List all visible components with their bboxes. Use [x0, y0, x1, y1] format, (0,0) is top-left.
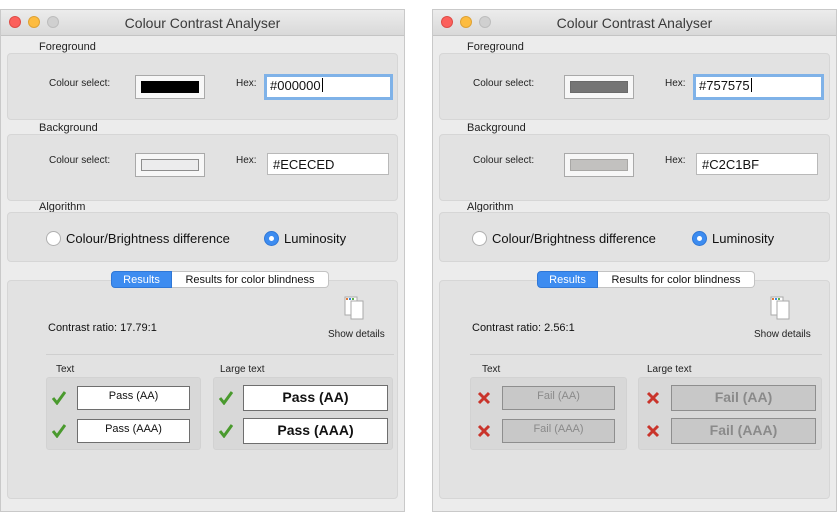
foreground-hex-input[interactable]: #000000	[264, 74, 393, 100]
large-text-aa-result: Fail (AA)	[671, 385, 816, 411]
algorithm-group: Colour/Brightness difference Luminosity	[7, 212, 398, 262]
large-text-label: Large text	[220, 364, 265, 375]
results-panel: Contrast ratio: 2.56:1 Show details Text…	[439, 280, 830, 499]
background-hex-input[interactable]: #ECECED	[267, 153, 389, 175]
colour-select-label: Colour select:	[49, 155, 111, 166]
divider	[46, 354, 394, 355]
hex-label: Hex:	[236, 155, 257, 166]
tab-color-blindness[interactable]: Results for color blindness	[172, 271, 329, 288]
large-text-results-box: Pass (AA) Pass (AAA)	[213, 377, 393, 450]
text-results-box: Fail (AA) Fail (AAA)	[470, 377, 627, 450]
foreground-hex-input[interactable]: #757575	[693, 74, 824, 100]
foreground-group: Colour select: Hex: #000000	[7, 53, 398, 120]
background-swatch-fill	[141, 159, 199, 171]
fail-x-icon	[477, 391, 491, 405]
tab-color-blindness[interactable]: Results for color blindness	[598, 271, 755, 288]
foreground-group: Colour select: Hex: #757575	[439, 53, 830, 120]
radio-luminosity-label[interactable]: Luminosity	[284, 231, 346, 246]
background-swatch-fill	[570, 159, 628, 171]
show-details-button[interactable]: Show details	[328, 329, 385, 340]
background-group: Colour select: Hex: #ECECED	[7, 134, 398, 201]
foreground-colour-swatch[interactable]	[564, 75, 634, 99]
foreground-swatch-fill	[141, 81, 199, 93]
show-details-button[interactable]: Show details	[754, 329, 811, 340]
radio-colour-brightness[interactable]	[46, 231, 61, 246]
background-hex-value: #C2C1BF	[702, 157, 760, 172]
radio-colour-brightness-label[interactable]: Colour/Brightness difference	[66, 231, 230, 246]
title-bar: Colour Contrast Analyser	[433, 10, 836, 36]
fail-x-icon	[477, 424, 491, 438]
text-label: Text	[482, 364, 501, 375]
background-group: Colour select: Hex: #C2C1BF	[439, 134, 830, 201]
background-hex-input[interactable]: #C2C1BF	[696, 153, 818, 175]
hex-label: Hex:	[665, 155, 686, 166]
text-caret	[321, 78, 323, 92]
fail-x-icon	[646, 391, 660, 405]
text-label: Text	[56, 364, 75, 375]
algorithm-group: Colour/Brightness difference Luminosity	[439, 212, 830, 262]
details-icon[interactable]	[770, 296, 792, 322]
radio-luminosity[interactable]	[264, 231, 279, 246]
divider	[470, 354, 822, 355]
text-caret	[750, 78, 752, 92]
background-label: Background	[467, 122, 526, 134]
background-hex-value: #ECECED	[273, 157, 335, 172]
radio-colour-brightness[interactable]	[472, 231, 487, 246]
radio-colour-brightness-label[interactable]: Colour/Brightness difference	[492, 231, 656, 246]
radio-luminosity[interactable]	[692, 231, 707, 246]
background-label: Background	[39, 122, 98, 134]
text-aaa-result: Fail (AAA)	[502, 419, 615, 443]
pass-check-icon	[52, 424, 66, 438]
foreground-swatch-fill	[570, 81, 628, 93]
text-aaa-result: Pass (AAA)	[77, 419, 190, 443]
large-text-results-box: Fail (AA) Fail (AAA)	[638, 377, 822, 450]
window-title: Colour Contrast Analyser	[124, 15, 281, 31]
foreground-label: Foreground	[467, 41, 524, 53]
large-text-label: Large text	[647, 364, 692, 375]
hex-label: Hex:	[665, 78, 686, 89]
pass-check-icon	[52, 391, 66, 405]
background-colour-swatch[interactable]	[564, 153, 634, 177]
large-text-aa-result: Pass (AA)	[243, 385, 388, 411]
text-aa-result: Fail (AA)	[502, 386, 615, 410]
contrast-ratio: Contrast ratio: 17.79:1	[48, 322, 157, 334]
colour-select-label: Colour select:	[49, 78, 111, 89]
foreground-colour-swatch[interactable]	[135, 75, 205, 99]
large-text-aaa-result: Pass (AAA)	[243, 418, 388, 444]
tab-results[interactable]: Results	[537, 271, 598, 288]
background-colour-swatch[interactable]	[135, 153, 205, 177]
title-bar: Colour Contrast Analyser	[1, 10, 404, 36]
large-text-aaa-result: Fail (AAA)	[671, 418, 816, 444]
tab-results[interactable]: Results	[111, 271, 172, 288]
contrast-ratio: Contrast ratio: 2.56:1	[472, 322, 575, 334]
colour-select-label: Colour select:	[473, 78, 535, 89]
right-window: Colour Contrast Analyser Foreground Colo…	[432, 9, 837, 512]
radio-luminosity-label[interactable]: Luminosity	[712, 231, 774, 246]
pass-check-icon	[219, 391, 233, 405]
pass-check-icon	[219, 424, 233, 438]
text-aa-result: Pass (AA)	[77, 386, 190, 410]
foreground-hex-value: #757575	[699, 78, 750, 93]
results-panel: Contrast ratio: 17.79:1 Show details Tex…	[7, 280, 398, 499]
foreground-label: Foreground	[39, 41, 96, 53]
foreground-hex-value: #000000	[270, 78, 321, 93]
colour-select-label: Colour select:	[473, 155, 535, 166]
fail-x-icon	[646, 424, 660, 438]
left-window: Colour Contrast Analyser Foreground Colo…	[0, 9, 405, 512]
text-results-box: Pass (AA) Pass (AAA)	[46, 377, 201, 450]
details-icon[interactable]	[344, 296, 366, 322]
hex-label: Hex:	[236, 78, 257, 89]
window-title: Colour Contrast Analyser	[556, 15, 713, 31]
